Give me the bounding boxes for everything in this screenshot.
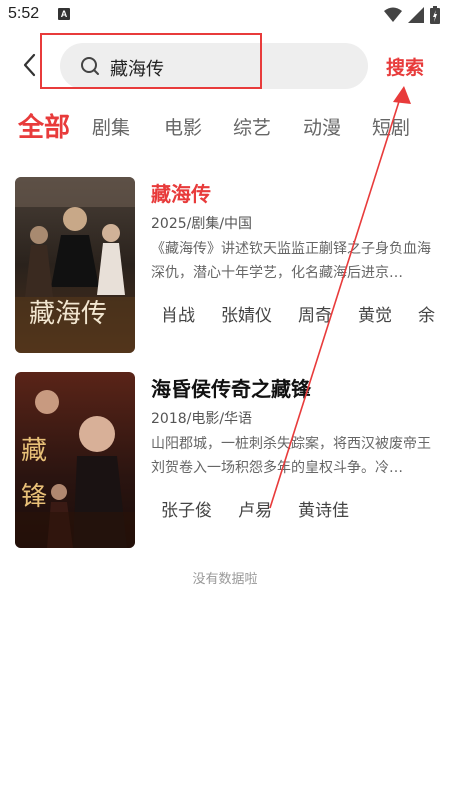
annotation-highlight-box: [40, 33, 262, 89]
wifi-icon: [384, 7, 402, 22]
poster-title-text: 藏海传: [29, 299, 108, 329]
cast-name[interactable]: 张子俊: [161, 496, 212, 521]
poster-title-text: 藏锋: [21, 436, 48, 512]
no-more-data-text: 没有数据啦: [192, 572, 258, 587]
notification-app-icon: A: [58, 8, 70, 20]
result-title[interactable]: 海昏侯传奇之藏锋: [151, 373, 311, 402]
result-card[interactable]: 藏锋 海昏侯传奇之藏锋 2018/电影/华语 山阳郡城，一桩刺杀失踪案，将西汉被…: [15, 372, 435, 548]
status-bar: 5:52 A: [0, 0, 450, 32]
back-arrow-icon[interactable]: [18, 52, 42, 78]
result-meta: 2025/剧集/中国: [151, 216, 253, 232]
cast-name[interactable]: 黄诗佳: [298, 496, 349, 521]
cast-name[interactable]: 黄觉: [358, 301, 392, 326]
tab-anime[interactable]: 动漫: [303, 113, 341, 140]
signal-icon: [408, 7, 424, 23]
cast-list: 肖战 张婧仪 周奇 黄觉 余: [151, 301, 435, 327]
cast-name[interactable]: 张婧仪: [221, 301, 272, 326]
cast-name[interactable]: 卢易: [238, 496, 272, 521]
cast-list: 张子俊 卢易 黄诗佳: [151, 496, 435, 522]
poster-image[interactable]: 藏锋: [15, 372, 135, 548]
status-time: 5:52: [8, 5, 40, 22]
cast-name[interactable]: 周奇: [298, 301, 332, 326]
tab-all[interactable]: 全部: [18, 107, 70, 144]
tab-short-drama[interactable]: 短剧: [372, 113, 410, 140]
tab-movies[interactable]: 电影: [164, 113, 202, 140]
tab-variety[interactable]: 综艺: [233, 113, 271, 140]
result-meta: 2018/电影/华语: [151, 411, 253, 427]
battery-icon: [430, 6, 440, 24]
result-description: 《藏海传》讲述钦天监监正蒯铎之子身负血海深仇，潜心十年学艺，化名藏海后进京…: [151, 241, 431, 281]
result-card[interactable]: 藏海传 藏海传 2025/剧集/中国 《藏海传》讲述钦天监监正蒯铎之子身负血海深…: [15, 177, 435, 353]
tab-series[interactable]: 剧集: [92, 113, 130, 140]
category-tabs: 全部 剧集 电影 综艺 动漫 短剧: [0, 105, 450, 145]
poster-image[interactable]: 藏海传: [15, 177, 135, 353]
result-title[interactable]: 藏海传: [151, 178, 211, 207]
status-icons: [384, 6, 440, 24]
cast-name[interactable]: 肖战: [161, 301, 195, 326]
search-button[interactable]: 搜索: [386, 53, 424, 80]
result-description: 山阳郡城，一桩刺杀失踪案，将西汉被废帝王刘贺卷入一场积怨多年的皇权斗争。冷…: [151, 436, 431, 476]
cast-name[interactable]: 余: [418, 301, 435, 326]
